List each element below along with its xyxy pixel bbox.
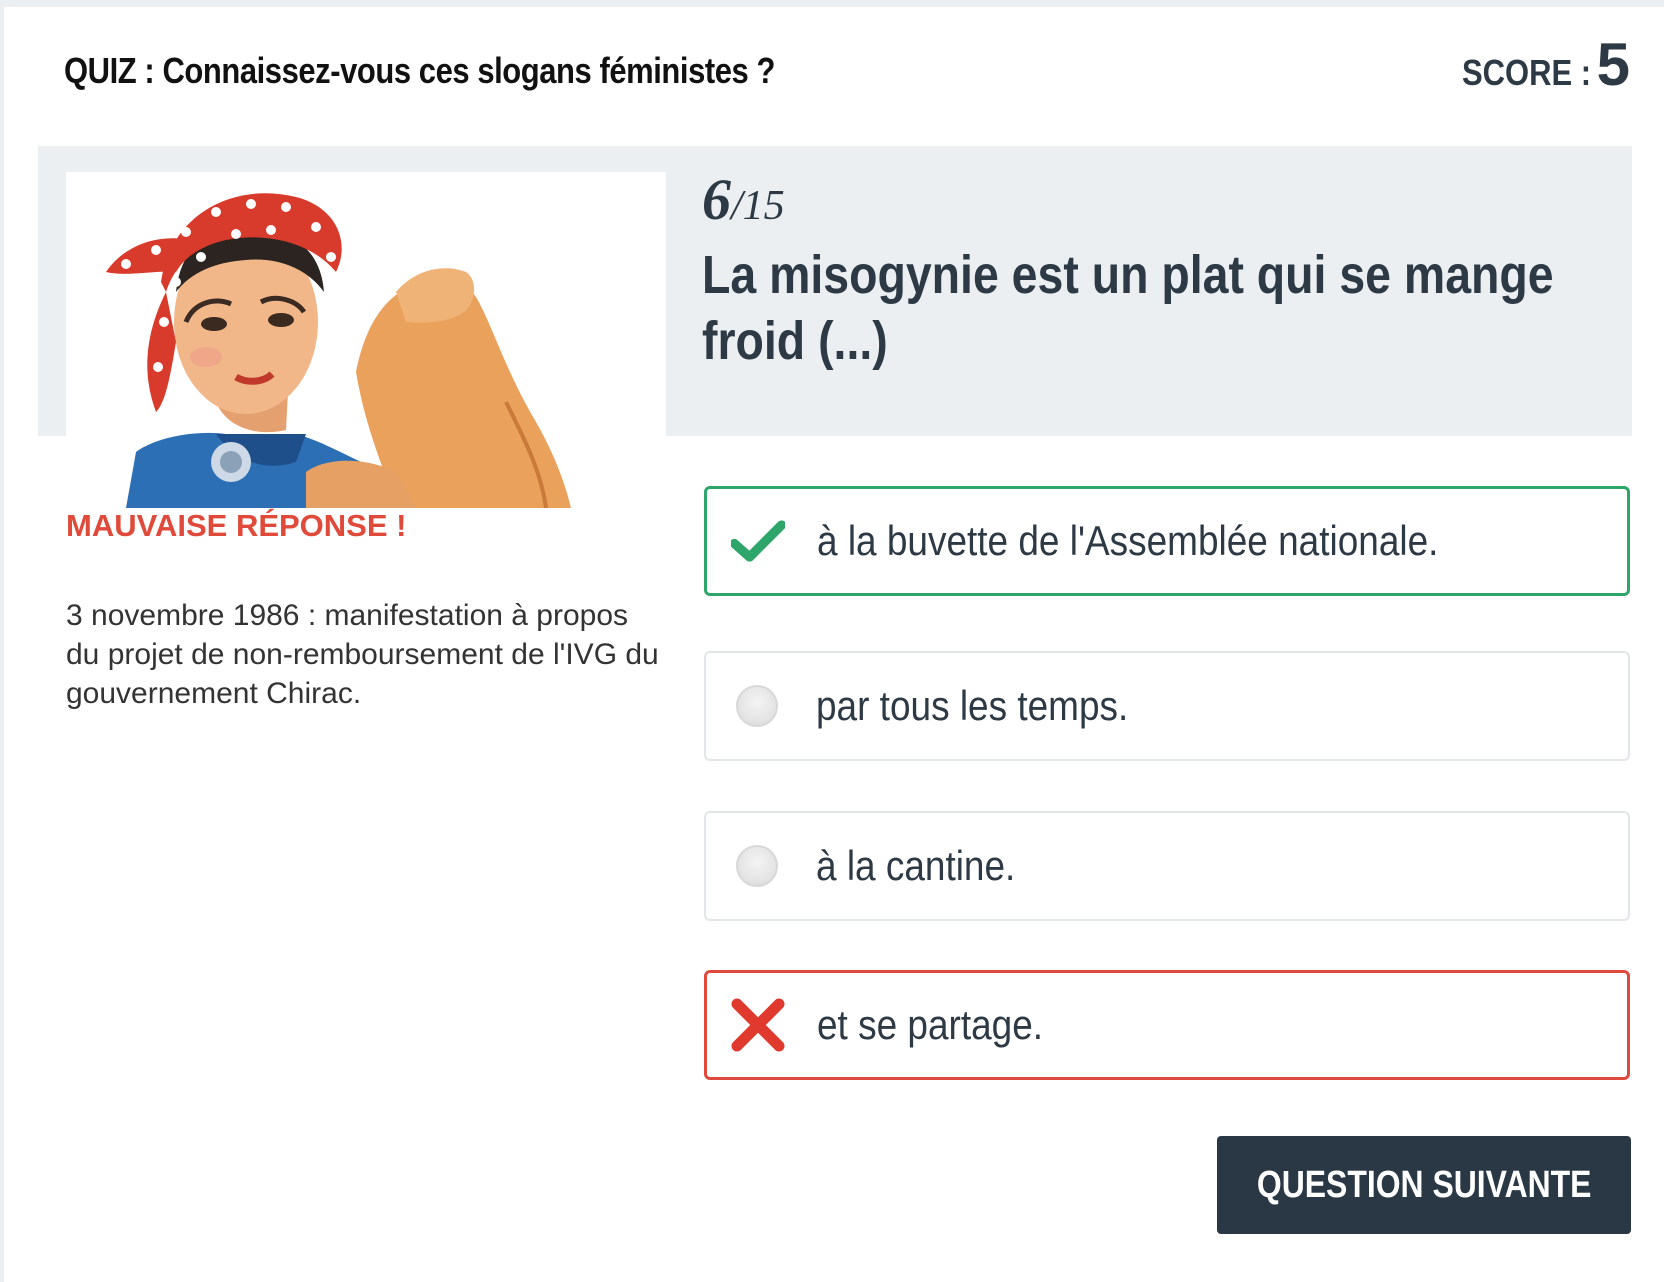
check-icon: [731, 514, 785, 568]
radio-button[interactable]: [730, 679, 784, 733]
question-number: 6: [702, 167, 731, 232]
answer-option-4[interactable]: et se partage.: [704, 970, 1630, 1080]
top-border: [0, 0, 1664, 7]
score-display: SCORE :5: [1441, 30, 1630, 99]
cross-icon: [731, 998, 785, 1052]
question-total: /15: [731, 183, 785, 229]
question-image: [66, 172, 666, 508]
answer-explanation: 3 novembre 1986 : manifestation à propos…: [66, 599, 659, 710]
question-counter: 6/15: [702, 166, 785, 233]
left-border: [0, 0, 4, 1282]
score-value: 5: [1596, 31, 1630, 98]
next-question-button[interactable]: QUESTION SUIVANTE: [1217, 1136, 1631, 1234]
question-text: La misogynie est un plat qui se mange fr…: [702, 245, 1554, 371]
answer-option-1[interactable]: à la buvette de l'Assemblée nationale.: [704, 486, 1630, 596]
answer-label: par tous les temps.: [816, 682, 1129, 729]
answer-option-3[interactable]: à la cantine.: [704, 811, 1630, 921]
answer-label: à la buvette de l'Assemblée nationale.: [817, 517, 1439, 564]
verdict-label: MAUVAISE RÉPONSE !: [66, 508, 407, 543]
next-question-label: QUESTION SUIVANTE: [1256, 1163, 1592, 1206]
score-label: SCORE :: [1461, 52, 1591, 93]
radio-button[interactable]: [730, 839, 784, 893]
answer-label: à la cantine.: [816, 842, 1016, 889]
answer-label: et se partage.: [817, 1001, 1044, 1048]
quiz-title: QUIZ : Connaissez-vous ces slogans fémin…: [64, 50, 775, 91]
answer-option-2[interactable]: par tous les temps.: [704, 651, 1630, 761]
we-can-do-it-illustration: [66, 172, 666, 508]
